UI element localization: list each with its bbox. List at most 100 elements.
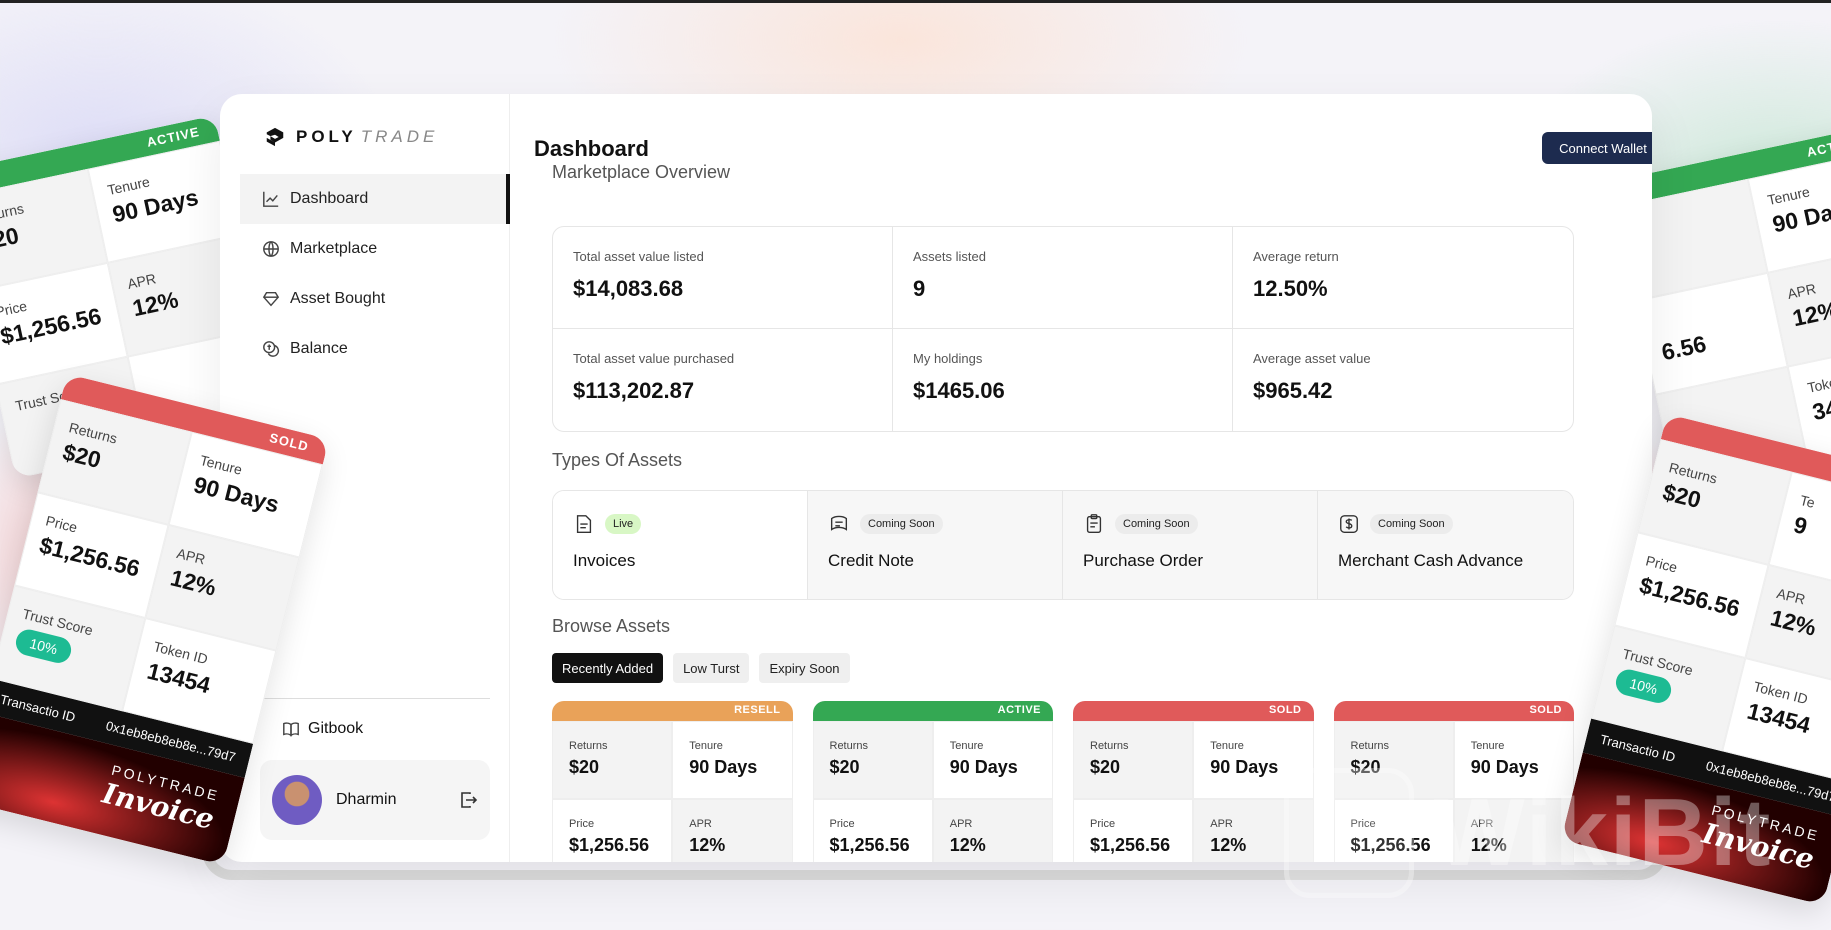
user-profile: Dharmin — [260, 760, 490, 840]
sidebar-item-dashboard[interactable]: Dashboard — [240, 174, 510, 224]
status-band: SOLD — [1073, 701, 1314, 721]
tenure-label: Tenure — [949, 740, 984, 752]
stat-value: $1465.06 — [913, 378, 1005, 403]
apr-label: APR — [689, 818, 712, 830]
filter-expiry-soon[interactable]: Expiry Soon — [759, 653, 850, 683]
gitbook-label: Gitbook — [308, 720, 364, 737]
filter-low-trust[interactable]: Low Turst — [673, 653, 750, 683]
overview-title: Marketplace Overview — [552, 162, 731, 182]
stat-value: 12.50% — [1253, 276, 1328, 301]
stat-label: Assets listed — [913, 249, 986, 264]
asset-type-name: Invoices — [573, 551, 636, 570]
stat-value: $965.42 — [1253, 378, 1333, 403]
price-value: $1,256.56 — [569, 835, 650, 855]
stat-value: $14,083.68 — [573, 276, 684, 301]
tenure-label: Tenure — [1210, 740, 1244, 752]
sidebar-item-label: Balance — [290, 340, 348, 357]
coins-icon — [263, 341, 280, 357]
types-title: Types Of Assets — [552, 450, 683, 470]
sidebar-divider — [260, 698, 490, 699]
dollar-icon — [1340, 515, 1358, 533]
stat-value: 9 — [913, 276, 926, 301]
stat-label: Total asset value purchased — [573, 351, 735, 366]
sidebar-nav: Dashboard Marketplace Asset Bought Balan… — [240, 174, 510, 374]
returns-value: $20 — [829, 757, 860, 777]
returns-label: Returns — [1090, 740, 1129, 752]
stat-cell: Average return 12.50% — [1233, 227, 1573, 329]
clipboard-icon — [1086, 514, 1102, 533]
stat-label: My holdings — [913, 351, 983, 366]
sidebar-item-label: Marketplace — [290, 240, 378, 257]
stat-cell: Total asset value purchased $113,202.87 — [553, 329, 893, 431]
stat-label: Total asset value listed — [573, 249, 704, 264]
connect-wallet-button[interactable]: Connect Wallet — [1542, 132, 1652, 164]
document-icon — [576, 515, 592, 533]
sidebar-item-balance[interactable]: Balance — [240, 324, 510, 374]
asset-type-name: Credit Note — [828, 551, 914, 570]
tenure-value: 90 Days — [689, 757, 758, 777]
asset-types-grid: Live Invoices Coming Soon Credit Note Co… — [552, 490, 1574, 600]
filter-chips: Recently Added Low Turst Expiry Soon — [552, 653, 850, 683]
marketplace-overview-grid: Total asset value listed $14,083.68 Asset… — [552, 226, 1574, 432]
status-band: ACTIVE — [812, 701, 1053, 721]
avatar[interactable] — [272, 775, 322, 825]
status-badge: Coming Soon — [1370, 514, 1453, 534]
returns-value: $20 — [569, 757, 600, 777]
price-value: $1,256.56 — [829, 835, 910, 855]
sidebar-item-label: Asset Bought — [290, 290, 386, 307]
token-label: Token ID — [1805, 369, 1831, 396]
status-badge: Coming Soon — [860, 514, 943, 534]
logout-icon[interactable] — [458, 790, 478, 810]
stat-label: Average asset value — [1253, 351, 1371, 366]
tenure-label: Tenure — [689, 740, 723, 752]
returns-label: Returns — [1350, 740, 1390, 752]
asset-type-credit-note[interactable]: Coming Soon Credit Note — [808, 491, 1063, 599]
asset-type-name: Purchase Order — [1083, 551, 1203, 570]
tenure-value: 9 — [1791, 511, 1810, 540]
asset-type-purchase-order[interactable]: Coming Soon Purchase Order — [1063, 491, 1318, 599]
price-label: Price — [829, 818, 855, 830]
user-name: Dharmin — [336, 791, 397, 808]
stat-cell: My holdings $1465.06 — [893, 329, 1233, 431]
diamond-icon — [262, 291, 280, 307]
browse-title: Browse Assets — [552, 616, 671, 636]
returns-label: Returns — [829, 740, 869, 752]
app-window: POLY TRADE Dashboard Marketplace Asset B… — [220, 94, 1652, 862]
apr-value: 12% — [689, 835, 726, 855]
trust-score-badge: 10% — [13, 626, 74, 666]
asset-type-invoices[interactable]: Live Invoices — [553, 491, 808, 599]
watermark-logo-icon — [1284, 768, 1414, 898]
returns-label: Returns — [569, 740, 608, 752]
tenure-value: 90 Days — [949, 757, 1018, 777]
asset-type-name: Merchant Cash Advance — [1338, 551, 1524, 570]
chart-line-icon — [263, 191, 279, 207]
gitbook-link[interactable]: Gitbook — [282, 720, 363, 738]
stat-cell: Total asset value listed $14,083.68 — [553, 227, 893, 329]
top-edge-line — [0, 0, 1831, 3]
status-badge: Coming Soon — [1115, 514, 1198, 534]
sidebar-item-label: Dashboard — [290, 190, 369, 207]
status-badge: Live — [605, 514, 642, 534]
asset-card[interactable]: ACTIVE Returns $20 Tenure 90 Days Price $1,… — [812, 701, 1053, 862]
globe-icon — [263, 241, 279, 257]
polytrade-logo-icon — [266, 127, 284, 147]
sidebar-item-marketplace[interactable]: Marketplace — [240, 224, 510, 274]
stat-cell: Assets listed 9 — [893, 227, 1233, 329]
stat-value: $113,202.87 — [573, 378, 695, 403]
stat-label: Average return — [1253, 249, 1339, 264]
watermark-text: WikiBit — [1434, 779, 1773, 886]
tenure-label: Tenure — [1470, 740, 1505, 752]
filter-recently-added[interactable]: Recently Added — [552, 653, 664, 683]
asset-type-merchant-cash-advance[interactable]: Coming Soon Merchant Cash Advance — [1318, 491, 1573, 599]
asset-card[interactable]: RESELL Returns $20 Tenure 90 Days Price $1,… — [552, 701, 793, 862]
apr-value: 12% — [949, 835, 986, 855]
asset-card[interactable]: SOLD Returns $20 Tenure 90 Days Price $1,25… — [1073, 701, 1314, 862]
price-value: $1,256.56 — [1090, 835, 1171, 855]
main-content: Dashboard Connect Wallet Marketplace Ove… — [510, 94, 1652, 862]
polytrade-logo[interactable]: POLY TRADE — [264, 126, 438, 148]
stat-cell: Average asset value $965.42 — [1233, 329, 1573, 431]
sidebar-item-asset-bought[interactable]: Asset Bought — [240, 274, 510, 324]
price-value: 6.56 — [1659, 330, 1709, 366]
price-label: Price — [569, 818, 595, 830]
note-icon — [830, 515, 848, 531]
